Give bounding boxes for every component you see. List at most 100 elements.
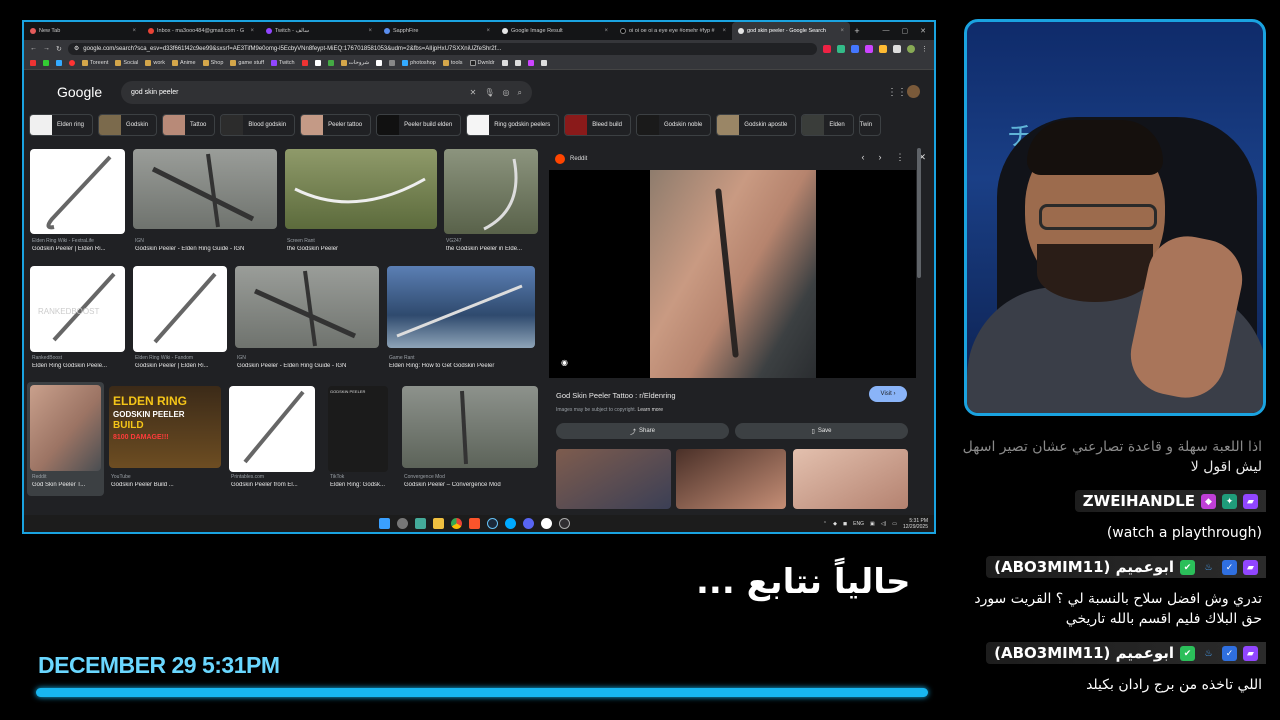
google-logo[interactable]: Google [57, 84, 102, 100]
bookmark-item[interactable] [540, 60, 547, 66]
search-box[interactable]: god skin peeler ✕ 🎙 ◎ ⌕ [121, 81, 532, 104]
bookmark-item[interactable] [501, 60, 508, 66]
apps-grid-icon[interactable]: ⋮⋮ [887, 87, 907, 98]
bookmark-shop[interactable]: Shop [202, 60, 223, 66]
image-result-selected[interactable]: Reddit God Skin Peeler T... [27, 382, 104, 496]
start-icon[interactable] [379, 518, 390, 529]
store-icon[interactable] [415, 518, 426, 529]
tab-sapphfire[interactable]: SapphFire × [378, 22, 496, 40]
language-indicator[interactable]: ENG [853, 521, 864, 527]
tab-tiktok[interactable]: oi oi oe oi a eye eye #omehr #fyp # × [614, 22, 732, 40]
more-icon[interactable]: ⋮ [895, 152, 904, 163]
lens-icon[interactable]: ◉ [561, 358, 568, 367]
chip-bleed-build[interactable]: Bleed build [564, 114, 631, 136]
explorer-icon[interactable] [433, 518, 444, 529]
volume-icon[interactable]: ◁) [881, 521, 887, 527]
tab-twitch[interactable]: Twitch - سالف × [260, 22, 378, 40]
tab-new-tab[interactable]: New Tab × [24, 22, 142, 40]
image-result[interactable]: ELDEN RING GODSKIN PEELER BUILD 8100 DAM… [109, 386, 221, 496]
image-result[interactable]: Elden Ring Wiki - Fandom Godskin Peeler … [133, 266, 227, 378]
obs-icon[interactable] [559, 518, 570, 529]
clear-icon[interactable]: ✕ [470, 88, 477, 97]
chip-twin[interactable]: Twin [858, 114, 882, 136]
related-image[interactable] [793, 449, 908, 509]
new-tab-button[interactable]: + [850, 26, 864, 36]
maximize-icon[interactable]: ▢ [902, 27, 909, 35]
scrollbar[interactable] [917, 148, 921, 278]
bookmark-item[interactable] [389, 60, 396, 66]
image-result[interactable]: Game Rant Elden Ring: How to Get Godskin… [387, 266, 535, 378]
image-result[interactable]: Printables.com Godskin Peeler from El... [229, 386, 315, 496]
extension-icon[interactable] [879, 44, 887, 53]
visit-button[interactable]: Visit › [869, 386, 907, 402]
bookmark-tools[interactable]: tools [442, 60, 463, 66]
image-result[interactable]: IGN Godskin Peeler - Elden Ring Guide - … [133, 149, 277, 259]
bookmark-item[interactable] [527, 60, 534, 66]
brave-icon[interactable] [469, 518, 480, 529]
bookmark-dwnldr[interactable]: Dwnldr [469, 60, 495, 66]
settings-icon[interactable] [397, 518, 408, 529]
bookmark-item[interactable] [514, 60, 521, 66]
discord-icon[interactable] [523, 518, 534, 529]
bookmark-item[interactable] [30, 60, 36, 66]
app-icon[interactable] [541, 518, 552, 529]
app-tray-icon[interactable]: ◼ [843, 521, 847, 527]
bookmark-item[interactable] [69, 60, 75, 66]
bookmark-photoshop[interactable]: photoshop [402, 60, 436, 66]
avatar[interactable] [907, 85, 920, 98]
minimize-icon[interactable]: — [883, 27, 890, 35]
close-icon[interactable]: × [486, 28, 490, 34]
image-result[interactable]: IGN Godskin Peeler - Elden Ring Guide - … [235, 266, 379, 378]
tab-google-search[interactable]: god skin peeler - Google Search × [732, 22, 850, 40]
image-result[interactable]: GODSKIN PEELER TikTok Elden Ring: Godsk.… [328, 386, 388, 496]
app-icon[interactable] [505, 518, 516, 529]
bookmark-social[interactable]: Social [115, 60, 138, 66]
mic-icon[interactable]: 🎙 [484, 88, 494, 97]
close-window-icon[interactable]: ✕ [920, 27, 926, 35]
image-result[interactable]: Screen Rant the Godskin Peeler [285, 149, 437, 259]
chip-ring-godskin-peelers[interactable]: Ring godskin peelers [466, 114, 560, 136]
bookmark-shrohat[interactable]: شروحات [340, 60, 369, 66]
site-info-icon[interactable]: ⚙ [74, 45, 79, 52]
chevron-right-icon[interactable]: › [878, 152, 881, 163]
image-result[interactable]: Convergence Mod Godskin Peeler – Converg… [402, 386, 538, 496]
preview-image[interactable]: ◉ [549, 170, 916, 378]
share-button[interactable]: ⤴ Share [556, 423, 729, 439]
chevron-left-icon[interactable]: ‹ [861, 152, 864, 163]
bookmark-twitch[interactable]: Twitch [271, 60, 295, 66]
chip-elden-ring[interactable]: Elden ring [29, 114, 94, 136]
close-icon[interactable]: × [132, 28, 136, 34]
bookmark-item[interactable] [301, 60, 308, 66]
chevron-up-icon[interactable]: ⌃ [823, 521, 827, 527]
bookmark-anime[interactable]: Anime [171, 60, 196, 66]
extension-icon[interactable] [837, 44, 845, 53]
back-icon[interactable]: ← [30, 45, 37, 52]
forward-icon[interactable]: → [43, 45, 50, 52]
bookmark-item[interactable] [376, 60, 383, 66]
app-tray-icon[interactable]: ◆ [833, 521, 837, 527]
taskbar-clock[interactable]: 5:31 PM 12/29/2025 [903, 518, 928, 530]
extension-icon[interactable] [865, 44, 873, 53]
learn-more-link[interactable]: Learn more [637, 407, 663, 413]
image-result[interactable]: VG247 the Godskin Peeler in Elde... [444, 149, 538, 259]
bookmark-work[interactable]: work [145, 60, 165, 66]
chip-blood-godskin[interactable]: Blood godskin [220, 114, 296, 136]
network-icon[interactable]: ▣ [870, 521, 875, 527]
close-icon[interactable]: × [722, 28, 726, 34]
bookmark-item[interactable] [327, 60, 334, 66]
address-bar[interactable]: ⚙ google.com/search?sca_esv=d33f661f42c9… [67, 42, 817, 55]
close-icon[interactable]: × [840, 28, 844, 34]
menu-icon[interactable]: ⋮ [921, 45, 928, 53]
chip-peeler-build-elden[interactable]: Peeler build elden [376, 114, 462, 136]
reload-icon[interactable]: ↻ [56, 45, 62, 53]
bookmark-item[interactable] [314, 60, 321, 66]
bookmark-item[interactable] [56, 60, 62, 66]
save-button[interactable]: ▯ Save [735, 423, 908, 439]
image-result[interactable]: Elden Ring Wiki - FextraLife Godskin Pee… [30, 149, 125, 259]
related-image[interactable] [676, 449, 786, 509]
chrome-icon[interactable] [451, 518, 462, 529]
chip-tattoo[interactable]: Tattoo [162, 114, 216, 136]
tab-google-image-result[interactable]: Google Image Result × [496, 22, 614, 40]
chip-elden[interactable]: Elden [801, 114, 854, 136]
bookmark-item[interactable] [43, 60, 49, 66]
